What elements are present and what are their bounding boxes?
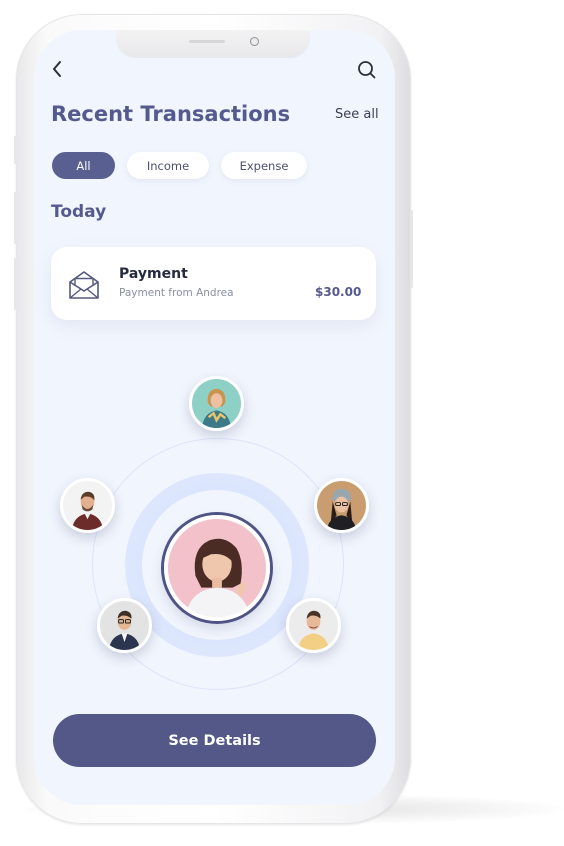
man-portrait-image bbox=[63, 481, 112, 530]
transaction-title: Payment bbox=[119, 266, 188, 282]
stage: Recent Transactions See all All Income E… bbox=[0, 0, 564, 846]
see-all-link[interactable]: See all bbox=[335, 107, 379, 122]
front-camera bbox=[250, 37, 259, 46]
app-screen: Recent Transactions See all All Income E… bbox=[34, 30, 395, 805]
search-button[interactable] bbox=[355, 58, 379, 82]
back-button[interactable] bbox=[46, 58, 68, 80]
filter-income-chip[interactable]: Income bbox=[127, 152, 209, 179]
phone-side-button-right bbox=[410, 210, 413, 288]
phone-side-button-left-top bbox=[14, 136, 17, 164]
chevron-left-icon bbox=[53, 61, 61, 77]
contact-avatar-left[interactable] bbox=[60, 478, 115, 533]
page-title: Recent Transactions bbox=[51, 102, 291, 126]
woman-portrait-image bbox=[168, 519, 266, 617]
see-details-button[interactable]: See Details bbox=[53, 714, 376, 767]
transaction-card[interactable]: Payment Payment from Andrea $30.00 bbox=[51, 247, 376, 320]
transaction-subtitle: Payment from Andrea bbox=[119, 287, 234, 299]
envelope-icon bbox=[69, 271, 99, 299]
woman-portrait-image bbox=[192, 379, 241, 428]
main-user-avatar[interactable] bbox=[164, 515, 270, 621]
speaker-grille bbox=[189, 40, 225, 43]
man-glasses-portrait-image bbox=[100, 601, 149, 650]
section-heading-today: Today bbox=[51, 202, 107, 222]
contact-avatar-top[interactable] bbox=[189, 376, 244, 431]
filter-expense-chip[interactable]: Expense bbox=[221, 152, 307, 179]
phone-side-button-left-mid bbox=[14, 192, 17, 244]
contact-avatar-right[interactable] bbox=[314, 478, 369, 533]
transaction-amount: $30.00 bbox=[315, 285, 362, 299]
filter-all-chip[interactable]: All bbox=[52, 152, 115, 179]
contact-avatar-bottom-left[interactable] bbox=[97, 598, 152, 653]
contact-avatar-bottom-right[interactable] bbox=[286, 598, 341, 653]
phone-notch bbox=[116, 30, 310, 57]
contacts-network bbox=[34, 370, 395, 690]
man-smiling-portrait-image bbox=[289, 601, 338, 650]
phone-side-button-left-low bbox=[14, 258, 17, 310]
woman-beanie-portrait-image bbox=[317, 481, 366, 530]
search-icon bbox=[358, 61, 376, 79]
